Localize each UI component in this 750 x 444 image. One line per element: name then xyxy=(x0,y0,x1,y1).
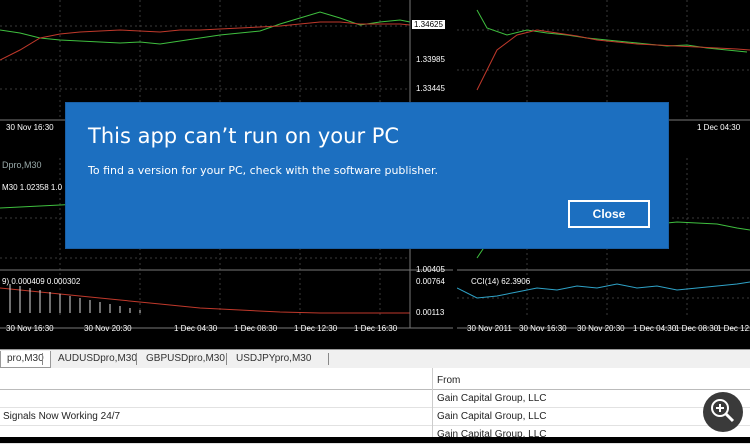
dialog-message: To find a version for your PC, check wit… xyxy=(88,164,438,177)
current-price-tag: 1.34625 xyxy=(412,20,445,29)
indicator-zero: 0.00113 xyxy=(416,308,445,317)
table-row[interactable]: Gain Capital Group, LLC xyxy=(0,390,750,408)
column-divider[interactable] xyxy=(432,368,433,437)
time-label: 1 Dec 16:30 xyxy=(354,324,398,333)
time-label: 1 Dec 12:30 xyxy=(294,324,338,333)
price-label: 1.33445 xyxy=(416,84,445,93)
row-from: Gain Capital Group, LLC xyxy=(437,429,547,440)
tab-audusd[interactable]: AUDUSDpro,M30 xyxy=(52,351,143,367)
price-label: 1.00405 xyxy=(416,265,445,274)
time-label: 1 Dec 04:30 xyxy=(633,324,677,333)
tab-separator xyxy=(42,353,43,365)
close-button[interactable]: Close xyxy=(568,200,650,228)
indicator-label: 9) 0.000409 0.000302 xyxy=(2,277,81,286)
time-label: 30 Nov 16:30 xyxy=(6,123,54,132)
time-label: 1 Dec 08:30 xyxy=(675,324,719,333)
dialog-title: This app can’t run on your PC xyxy=(88,124,400,148)
zoom-in-icon xyxy=(711,399,735,423)
time-label: 1 Dec 04:30 xyxy=(697,123,741,132)
time-label: 1 Dec 08:30 xyxy=(234,324,278,333)
column-header-from[interactable]: From xyxy=(437,372,460,389)
time-label: 30 Nov 20:30 xyxy=(577,324,625,333)
tab-separator xyxy=(328,353,329,365)
time-label: 1 Dec 04:30 xyxy=(174,324,218,333)
table-row[interactable]: Gain Capital Group, LLC xyxy=(0,426,750,444)
time-label: 1 Dec 12:30 xyxy=(717,324,750,333)
table-row[interactable]: Signals Now Working 24/7 Gain Capital Gr… xyxy=(0,408,750,426)
table-header: From xyxy=(0,372,750,390)
time-label: 30 Nov 16:30 xyxy=(6,324,54,333)
time-label: 30 Nov 20:30 xyxy=(84,324,132,333)
indicator-value: 0.00764 xyxy=(416,277,445,286)
time-label: 30 Nov 2011 xyxy=(467,324,512,333)
time-label: 30 Nov 16:30 xyxy=(519,324,567,333)
chart-window-title: Dpro,M30 xyxy=(2,160,42,170)
ohlc-label: M30 1.02358 1.0 xyxy=(2,183,63,192)
tab-usdjpy[interactable]: USDJPYpro,M30 xyxy=(230,351,317,367)
tab-gbpusd[interactable]: GBPUSDpro,M30 xyxy=(140,351,231,367)
chart-tabs-bar: pro,M30 AUDUSDpro,M30 GBPUSDpro,M30 USDJ… xyxy=(0,349,750,368)
tab-separator xyxy=(226,353,227,365)
tab-separator xyxy=(136,353,137,365)
magnifier-button[interactable] xyxy=(703,392,743,432)
row-from: Gain Capital Group, LLC xyxy=(437,411,547,422)
app-error-dialog: This app can’t run on your PC To find a … xyxy=(66,103,668,248)
mailbox-table: From Gain Capital Group, LLC Signals Now… xyxy=(0,368,750,444)
indicator-label: CCI(14) 62.3906 xyxy=(471,277,531,286)
price-label: 1.33985 xyxy=(416,55,445,64)
row-from: Gain Capital Group, LLC xyxy=(437,393,547,404)
tab-chart-active[interactable]: pro,M30 xyxy=(0,351,51,368)
row-subject: Signals Now Working 24/7 xyxy=(3,411,121,422)
